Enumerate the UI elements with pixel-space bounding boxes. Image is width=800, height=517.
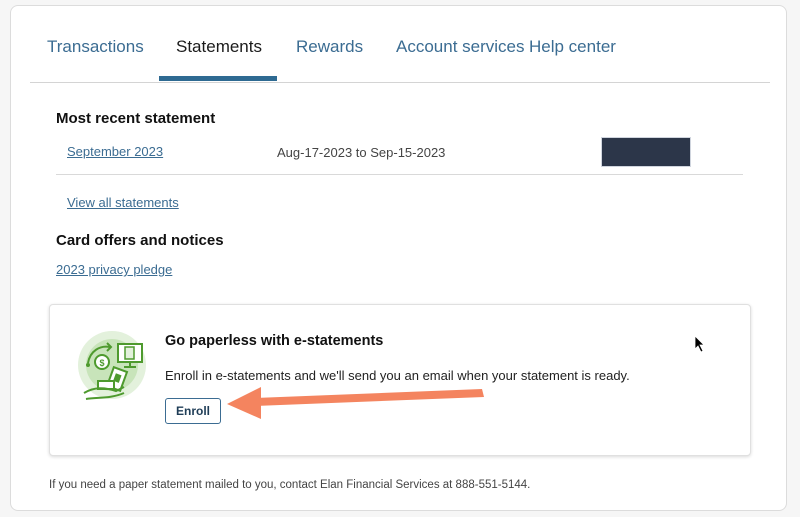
- view-all-statements-link[interactable]: View all statements: [67, 195, 179, 210]
- privacy-pledge-link[interactable]: 2023 privacy pledge: [56, 262, 172, 277]
- svg-text:$: $: [99, 358, 104, 368]
- promo-title: Go paperless with e-statements: [165, 333, 384, 349]
- e-statement-illustration-icon: $: [78, 331, 146, 400]
- active-tab-indicator: [159, 76, 277, 81]
- paper-statement-note: If you need a paper statement mailed to …: [49, 479, 531, 491]
- tab-help-center[interactable]: Help center: [529, 37, 616, 57]
- tab-account-services[interactable]: Account services: [396, 37, 525, 57]
- most-recent-statement-heading: Most recent statement: [56, 110, 216, 127]
- card-offers-heading: Card offers and notices: [56, 232, 224, 249]
- statement-date-range: Aug-17-2023 to Sep-15-2023: [277, 145, 446, 160]
- statements-panel: Transactions Statements Rewards Account …: [10, 5, 787, 511]
- tab-rewards[interactable]: Rewards: [296, 37, 363, 57]
- statement-divider: [56, 174, 743, 175]
- redacted-balance: [601, 137, 691, 167]
- e-statements-promo-card: $ Go paperless with e-statements Enroll …: [49, 304, 751, 456]
- enroll-button[interactable]: Enroll: [165, 398, 221, 424]
- promo-description: Enroll in e-statements and we'll send yo…: [165, 368, 630, 383]
- tab-transactions[interactable]: Transactions: [47, 37, 144, 57]
- statement-link-september-2023[interactable]: September 2023: [67, 144, 163, 159]
- tab-bar: Transactions Statements Rewards Account …: [30, 6, 770, 83]
- tab-statements[interactable]: Statements: [176, 37, 262, 57]
